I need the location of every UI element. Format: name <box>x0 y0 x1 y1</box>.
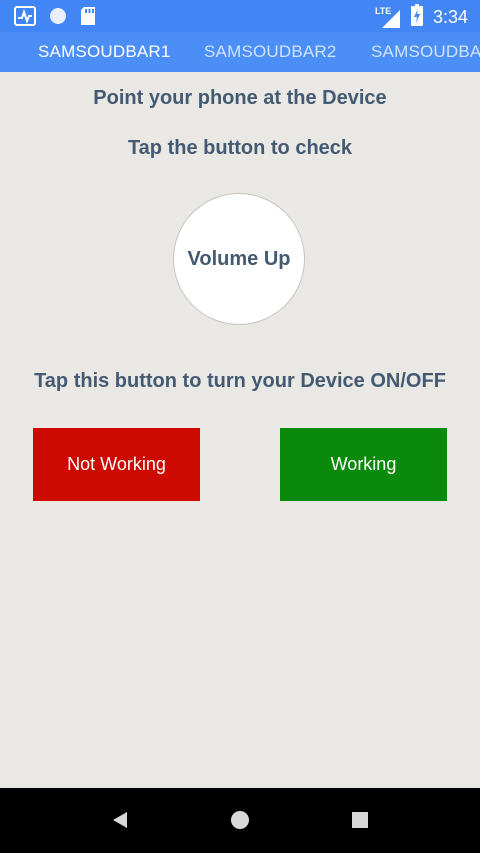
working-button[interactable]: Working <box>280 428 447 501</box>
volume-up-label: Volume Up <box>187 248 291 270</box>
tab-samsoudbar3[interactable]: SAMSOUDBAR3 <box>371 32 480 72</box>
home-icon[interactable] <box>230 810 250 835</box>
instruction-power: Tap this button to turn your Device ON/O… <box>34 370 446 392</box>
status-bar: LTE 3:34 <box>0 0 480 32</box>
activity-icon <box>14 6 36 31</box>
status-left-icons <box>14 6 96 31</box>
signal-icon: LTE <box>375 6 401 30</box>
not-working-label: Not Working <box>67 454 166 474</box>
working-label: Working <box>330 454 397 474</box>
circle-icon <box>48 6 68 31</box>
sd-card-icon <box>80 6 96 31</box>
instruction-point-phone: Point your phone at the Device <box>93 87 387 109</box>
tab-bar: SAMSOUDBAR1 SAMSOUDBAR2 SAMSOUDBAR3 <box>0 32 480 72</box>
battery-charging-icon <box>410 4 423 31</box>
volume-up-button[interactable]: Volume Up <box>173 193 305 325</box>
not-working-button[interactable]: Not Working <box>33 428 200 501</box>
back-icon[interactable] <box>111 810 129 835</box>
clock: 3:34 <box>432 7 468 27</box>
tab-samsoudbar1[interactable]: SAMSOUDBAR1 <box>38 32 171 72</box>
navigation-bar <box>0 788 480 853</box>
instruction-tap-check: Tap the button to check <box>127 137 353 159</box>
tab-samsoudbar2[interactable]: SAMSOUDBAR2 <box>204 32 337 72</box>
status-right-icons: LTE 3:34 <box>375 4 468 31</box>
recents-icon[interactable] <box>351 810 369 835</box>
